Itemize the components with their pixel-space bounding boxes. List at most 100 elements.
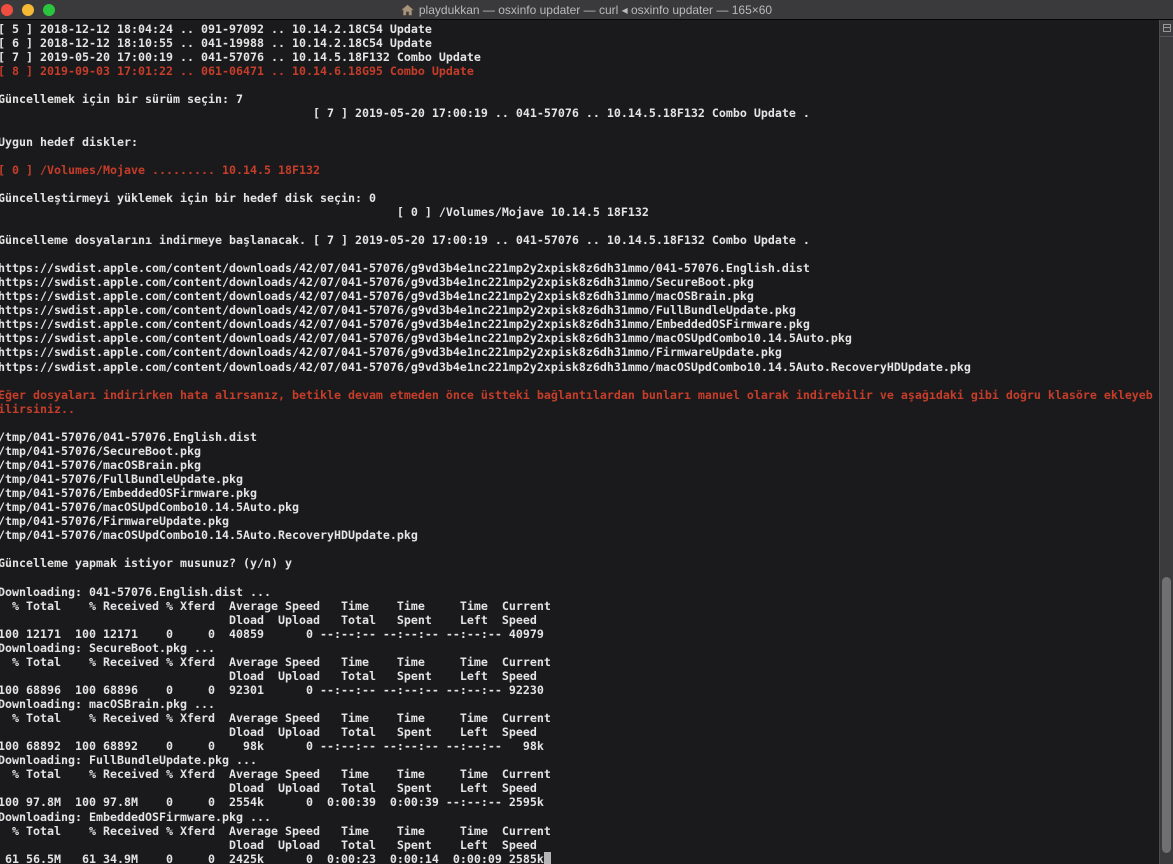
terminal-line-text: https://swdist.apple.com/content/downloa…: [0, 317, 810, 331]
terminal-line-text: % Total % Received % Xferd Average Speed…: [0, 711, 551, 725]
terminal-line-text: Uygun hedef diskler:: [0, 135, 138, 149]
terminal-line-text: [ 5 ] 2018-12-12 18:04:24 .. 091-97092 .…: [0, 22, 432, 36]
terminal-content[interactable]: [ 5 ] 2018-12-12 18:04:24 .. 091-97092 .…: [0, 20, 1173, 864]
terminal-line: [0, 219, 1159, 233]
terminal-line-text: /tmp/041-57076/FirmwareUpdate.pkg: [0, 514, 229, 528]
terminal-line-text: % Total % Received % Xferd Average Speed…: [0, 655, 551, 669]
terminal-line: /tmp/041-57076/FirmwareUpdate.pkg: [0, 514, 1159, 528]
terminal-line: % Total % Received % Xferd Average Speed…: [0, 711, 1159, 725]
terminal-line: [ 8 ] 2019-09-03 17:01:22 .. 061-06471 .…: [0, 64, 1159, 78]
terminal-line: [ 7 ] 2019-05-20 17:00:19 .. 041-57076 .…: [0, 50, 1159, 64]
terminal-line: Dload Upload Total Spent Left Speed: [0, 669, 1159, 683]
terminal-line: /tmp/041-57076/macOSUpdCombo10.14.5Auto.…: [0, 528, 1159, 542]
terminal-line: Güncelleştirmeyi yüklemek için bir hedef…: [0, 191, 1159, 205]
terminal-line: https://swdist.apple.com/content/downloa…: [0, 345, 1159, 359]
terminal-line-text: [ 6 ] 2018-12-12 18:10:55 .. 041-19988 .…: [0, 36, 432, 50]
terminal-line-text: 100 12171 100 12171 0 0 40859 0 --:--:--…: [0, 627, 544, 641]
scrollbar[interactable]: [1159, 20, 1173, 864]
terminal-line-text: /tmp/041-57076/SecureBoot.pkg: [0, 444, 201, 458]
terminal-line-text: Downloading: FullBundleUpdate.pkg ...: [0, 753, 257, 767]
terminal-line-text: /tmp/041-57076/FullBundleUpdate.pkg: [0, 472, 243, 486]
terminal-line-text: Güncelleme dosyalarını indirmeye başlana…: [0, 233, 810, 247]
terminal-line: /tmp/041-57076/SecureBoot.pkg: [0, 444, 1159, 458]
terminal-line-text: ilirsiniz..: [0, 402, 75, 416]
titlebar[interactable]: playdukkan — osxinfo updater — curl ◂ os…: [0, 0, 1173, 20]
terminal-line: [0, 542, 1159, 556]
terminal-line: /tmp/041-57076/EmbeddedOSFirmware.pkg: [0, 486, 1159, 500]
terminal-line-text: /tmp/041-57076/EmbeddedOSFirmware.pkg: [0, 486, 257, 500]
terminal-line: https://swdist.apple.com/content/downloa…: [0, 275, 1159, 289]
terminal-line: /tmp/041-57076/macOSUpdCombo10.14.5Auto.…: [0, 500, 1159, 514]
terminal-line: https://swdist.apple.com/content/downloa…: [0, 331, 1159, 345]
terminal-line-text: Güncelleştirmeyi yüklemek için bir hedef…: [0, 191, 376, 205]
terminal-line-text: Dload Upload Total Spent Left Speed: [0, 613, 537, 627]
terminal-line-text: https://swdist.apple.com/content/downloa…: [0, 345, 782, 359]
terminal-line-text: Güncellemek için bir sürüm seçin: 7: [0, 92, 243, 106]
terminal-line-text: /tmp/041-57076/macOSUpdCombo10.14.5Auto.…: [0, 528, 418, 542]
terminal-line-text: [ 7 ] 2019-05-20 17:00:19 .. 041-57076 .…: [0, 50, 481, 64]
terminal-window: playdukkan — osxinfo updater — curl ◂ os…: [0, 0, 1173, 864]
terminal-line-text: https://swdist.apple.com/content/downloa…: [0, 275, 754, 289]
terminal-line: /tmp/041-57076/FullBundleUpdate.pkg: [0, 472, 1159, 486]
terminal-line: Güncelleme yapmak istiyor musunuz? (y/n)…: [0, 556, 1159, 570]
terminal-line: /tmp/041-57076/macOSBrain.pkg: [0, 458, 1159, 472]
terminal-line-text: https://swdist.apple.com/content/downloa…: [0, 289, 754, 303]
terminal-line: Downloading: 041-57076.English.dist ...: [0, 585, 1159, 599]
terminal-line: Downloading: SecureBoot.pkg ...: [0, 641, 1159, 655]
terminal-line: https://swdist.apple.com/content/downloa…: [0, 360, 1159, 374]
terminal-line: https://swdist.apple.com/content/downloa…: [0, 317, 1159, 331]
terminal-line: 61 56.5M 61 34.9M 0 0 2425k 0 0:00:23 0:…: [0, 852, 1159, 864]
terminal-line: % Total % Received % Xferd Average Speed…: [0, 655, 1159, 669]
terminal-line: 100 68892 100 68892 0 0 98k 0 --:--:-- -…: [0, 739, 1159, 753]
terminal-line: Dload Upload Total Spent Left Speed: [0, 838, 1159, 852]
terminal-line-text: Downloading: macOSBrain.pkg ...: [0, 697, 215, 711]
terminal-line: ilirsiniz..: [0, 402, 1159, 416]
terminal-line-text: [ 0 ] /Volumes/Mojave ......... 10.14.5 …: [0, 163, 320, 177]
terminal-line: [0, 149, 1159, 163]
split-pane-button[interactable]: [1160, 20, 1173, 37]
terminal-line-text: Dload Upload Total Spent Left Speed: [0, 781, 537, 795]
terminal-line: Dload Upload Total Spent Left Speed: [0, 781, 1159, 795]
terminal-line-text: % Total % Received % Xferd Average Speed…: [0, 767, 551, 781]
terminal-line: Downloading: macOSBrain.pkg ...: [0, 697, 1159, 711]
terminal-output: [ 5 ] 2018-12-12 18:04:24 .. 091-97092 .…: [0, 20, 1159, 864]
terminal-line-text: Dload Upload Total Spent Left Speed: [0, 725, 537, 739]
terminal-line: Eğer dosyaları indirirken hata alırsanız…: [0, 388, 1159, 402]
terminal-line-text: % Total % Received % Xferd Average Speed…: [0, 824, 551, 838]
terminal-line: Downloading: EmbeddedOSFirmware.pkg ...: [0, 810, 1159, 824]
terminal-line: 100 97.8M 100 97.8M 0 0 2554k 0 0:00:39 …: [0, 795, 1159, 809]
terminal-line: 100 12171 100 12171 0 0 40859 0 --:--:--…: [0, 627, 1159, 641]
split-pane-icon: [1163, 24, 1171, 32]
terminal-line: % Total % Received % Xferd Average Speed…: [0, 824, 1159, 838]
terminal-line-text: [ 0 ] /Volumes/Mojave 10.14.5 18F132: [0, 205, 649, 219]
window-title: playdukkan — osxinfo updater — curl ◂ os…: [0, 0, 1173, 19]
terminal-line: [0, 374, 1159, 388]
terminal-line: Dload Upload Total Spent Left Speed: [0, 725, 1159, 739]
terminal-line: Downloading: FullBundleUpdate.pkg ...: [0, 753, 1159, 767]
terminal-line: [ 0 ] /Volumes/Mojave 10.14.5 18F132: [0, 205, 1159, 219]
terminal-line: https://swdist.apple.com/content/downloa…: [0, 289, 1159, 303]
terminal-line: % Total % Received % Xferd Average Speed…: [0, 767, 1159, 781]
terminal-line-text: [ 7 ] 2019-05-20 17:00:19 .. 041-57076 .…: [0, 106, 810, 120]
terminal-line-text: https://swdist.apple.com/content/downloa…: [0, 360, 971, 374]
terminal-line-text: /tmp/041-57076/041-57076.English.dist: [0, 430, 257, 444]
terminal-line-text: Dload Upload Total Spent Left Speed: [0, 838, 537, 852]
terminal-line-text: /tmp/041-57076/macOSBrain.pkg: [0, 458, 201, 472]
home-icon: [401, 4, 414, 16]
terminal-line-text: /tmp/041-57076/macOSUpdCombo10.14.5Auto.…: [0, 500, 299, 514]
terminal-line-text: Downloading: 041-57076.English.dist ...: [0, 585, 271, 599]
terminal-line: [0, 570, 1159, 584]
terminal-line-text: Güncelleme yapmak istiyor musunuz? (y/n)…: [0, 556, 292, 570]
terminal-line-text: 61 56.5M 61 34.9M 0 0 2425k 0 0:00:23 0:…: [0, 852, 544, 864]
terminal-line: Güncellemek için bir sürüm seçin: 7: [0, 92, 1159, 106]
terminal-line: [ 7 ] 2019-05-20 17:00:19 .. 041-57076 .…: [0, 106, 1159, 120]
terminal-line: /tmp/041-57076/041-57076.English.dist: [0, 430, 1159, 444]
terminal-line: % Total % Received % Xferd Average Speed…: [0, 599, 1159, 613]
scrollbar-thumb[interactable]: [1162, 577, 1171, 853]
terminal-line: [0, 247, 1159, 261]
terminal-line-text: [ 8 ] 2019-09-03 17:01:22 .. 061-06471 .…: [0, 64, 474, 78]
terminal-line-text: 100 68892 100 68892 0 0 98k 0 --:--:-- -…: [0, 739, 544, 753]
terminal-line-text: Eğer dosyaları indirirken hata alırsanız…: [0, 388, 1153, 402]
text-cursor: [544, 852, 551, 864]
terminal-line-text: https://swdist.apple.com/content/downloa…: [0, 261, 810, 275]
